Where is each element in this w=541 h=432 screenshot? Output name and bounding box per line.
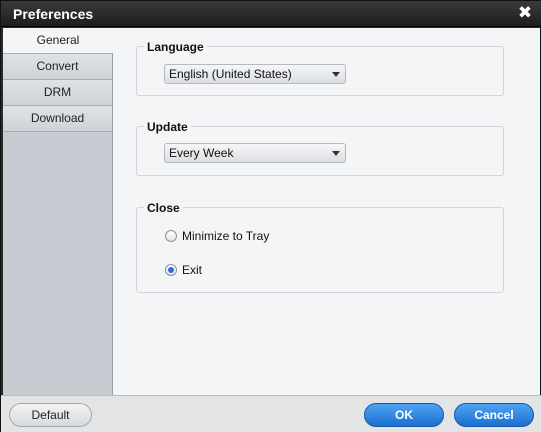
default-button[interactable]: Default bbox=[9, 403, 92, 427]
close-group: Close Minimize to Tray Exit bbox=[136, 201, 504, 293]
window-title: Preferences bbox=[13, 6, 94, 22]
tab-general[interactable]: General bbox=[3, 28, 114, 54]
exit-radio[interactable] bbox=[165, 264, 177, 276]
preferences-window: Preferences ✖ General Convert DRM Downlo… bbox=[0, 0, 541, 432]
tab-drm[interactable]: DRM bbox=[3, 80, 112, 106]
language-select[interactable]: English (United States) bbox=[164, 64, 346, 84]
update-select[interactable]: Every Week bbox=[164, 143, 346, 163]
minimize-to-tray-radio[interactable] bbox=[165, 230, 177, 242]
update-group-title: Update bbox=[144, 120, 191, 134]
general-panel: Language English (United States) Update … bbox=[113, 28, 540, 395]
chevron-down-icon bbox=[332, 72, 340, 77]
language-group-title: Language bbox=[144, 40, 207, 54]
language-group: Language English (United States) bbox=[136, 40, 504, 96]
cancel-button[interactable]: Cancel bbox=[454, 403, 534, 427]
exit-label: Exit bbox=[182, 263, 203, 277]
tab-convert[interactable]: Convert bbox=[3, 54, 112, 80]
language-select-value: English (United States) bbox=[169, 67, 292, 81]
update-select-value: Every Week bbox=[169, 146, 234, 160]
close-group-title: Close bbox=[144, 201, 183, 215]
close-icon[interactable]: ✖ bbox=[516, 4, 534, 22]
chevron-down-icon bbox=[332, 151, 340, 156]
tab-download[interactable]: Download bbox=[3, 106, 112, 132]
ok-button[interactable]: OK bbox=[364, 403, 444, 427]
title-bar[interactable]: Preferences ✖ bbox=[1, 1, 541, 27]
dialog-footer: Default OK Cancel bbox=[1, 395, 541, 432]
update-group: Update Every Week bbox=[136, 120, 504, 176]
minimize-to-tray-label: Minimize to Tray bbox=[182, 229, 270, 243]
sidebar: General Convert DRM Download bbox=[3, 28, 114, 395]
